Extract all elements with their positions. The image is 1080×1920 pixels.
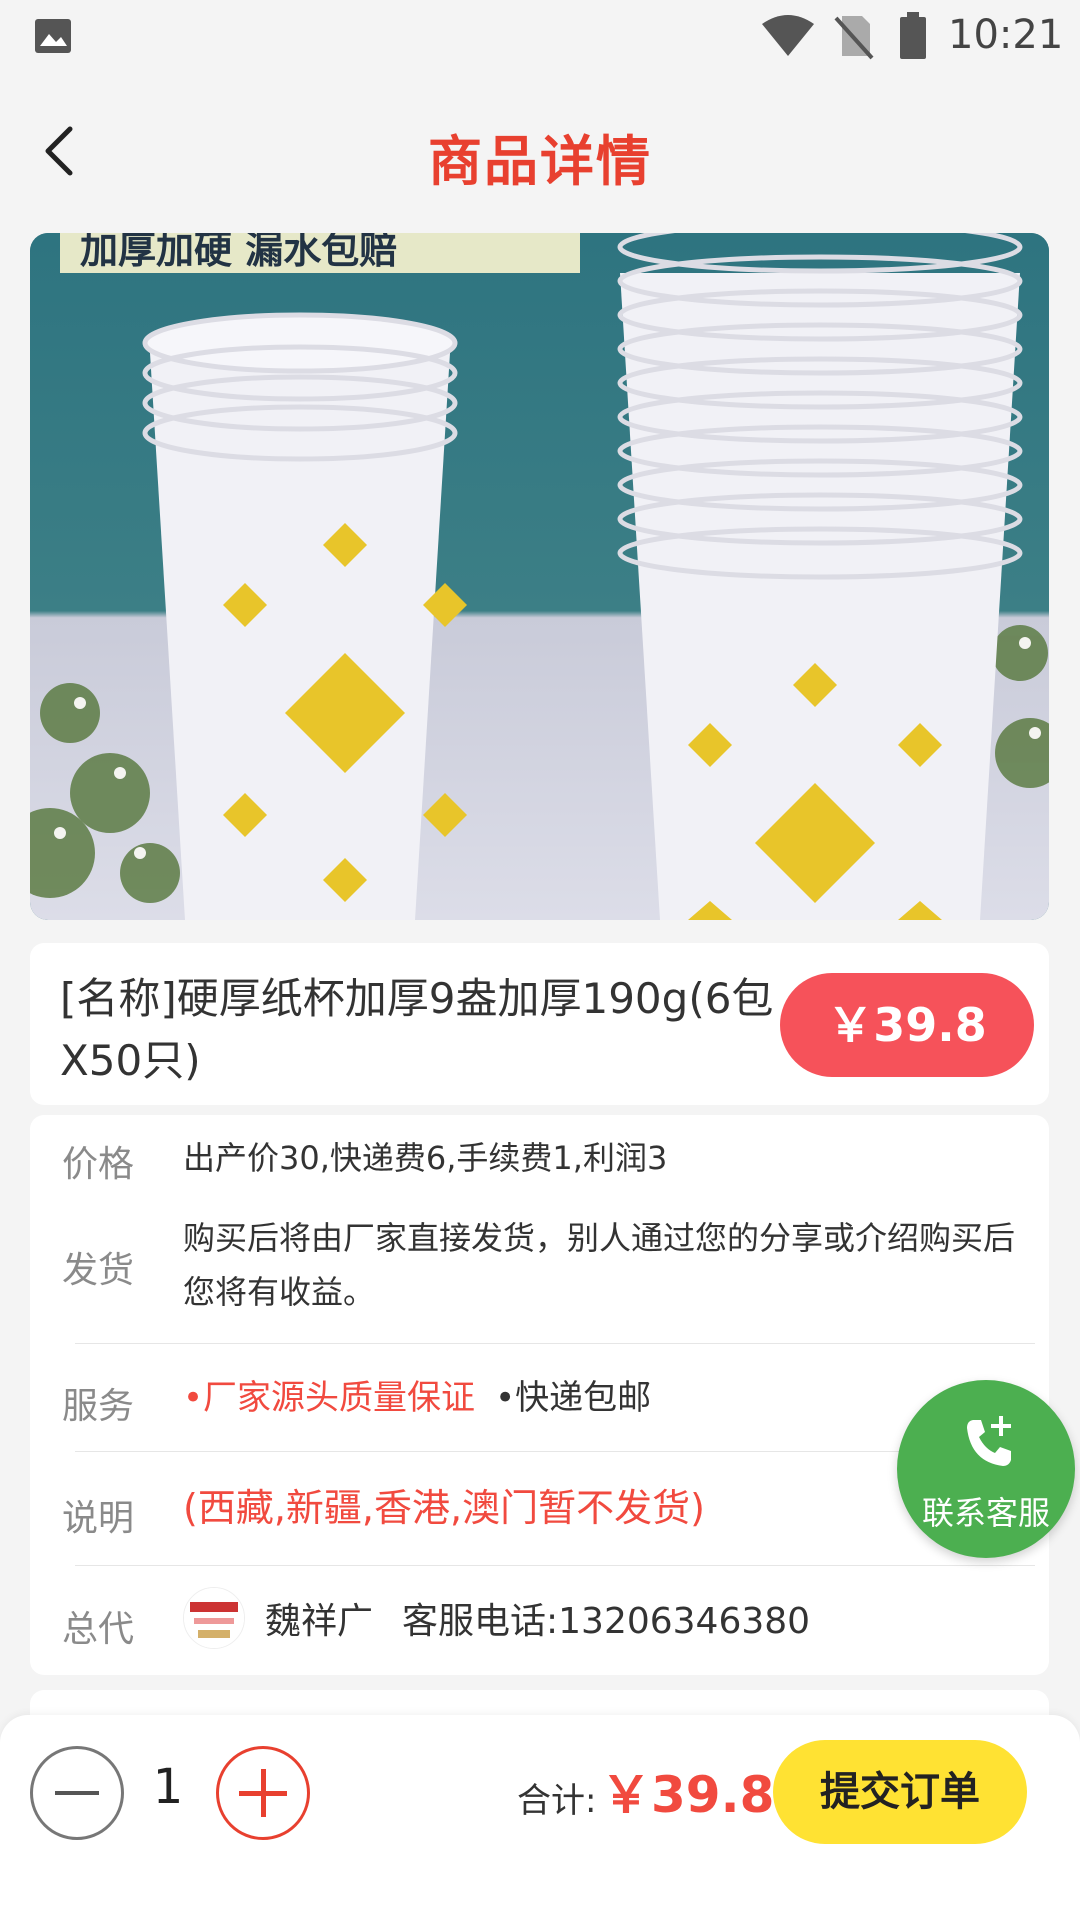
product-photo: 加厚加硬 漏水包赔 [30,233,1049,920]
banner-text: 加厚加硬 漏水包赔 [80,233,397,272]
status-bar: 10:21 [0,0,1080,75]
shipping-text: 购买后将由厂家直接发货，别人通过您的分享或介绍购买后您将有收益。 [183,1219,1016,1311]
quantity-decrease-button[interactable] [30,1746,124,1840]
status-time: 10:21 [948,12,1064,58]
wifi-icon [762,15,814,56]
image-notification-icon [35,19,71,53]
agent-label: 总代 [62,1609,135,1650]
phone-add-icon [967,1416,1011,1466]
price-badge: ￥39.8 [780,973,1034,1077]
minus-icon [55,1791,99,1795]
price-breakdown: 出产价30,快递费6,手续费1,利润3 [183,1139,668,1177]
divider [75,1451,1035,1452]
agent-avatar [183,1587,245,1649]
contact-service-button[interactable]: 联系客服 [897,1380,1075,1558]
service-item-free-shipping: •快递包邮 [495,1378,652,1418]
note-text: (西藏,新疆,香港,澳门暂不发货) [183,1486,705,1530]
service-list: •厂家源头质量保证 •快递包邮 [183,1371,651,1425]
agent-phone[interactable]: 客服电话:13206346380 [402,1595,810,1649]
order-bar: 1 合计: ￥39.8 提交订单 [0,1715,1080,1920]
total-value: ￥39.8 [601,1766,775,1824]
product-name: [名称]硬厚纸杯加厚9盎加厚190g(6包X50只) [60,974,774,1085]
submit-order-button[interactable]: 提交订单 [773,1740,1027,1844]
no-sim-icon [834,16,874,60]
total-label: 合计: [517,1781,597,1821]
price-label: 价格 [62,1144,135,1185]
quantity-value: 1 [152,1759,184,1815]
divider [75,1343,1035,1344]
service-label: 服务 [62,1386,135,1427]
battery-icon [900,12,926,59]
shipping-label: 发货 [62,1250,135,1291]
note-label: 说明 [62,1498,135,1539]
agent-name: 魏祥广 [265,1601,374,1642]
product-image[interactable]: 加厚加硬 漏水包赔 [30,233,1049,920]
divider [75,1565,1035,1566]
product-detail-card: 价格 出产价30,快递费6,手续费1,利润3 发货 购买后将由厂家直接发货，别人… [30,1115,1049,1675]
header: 商品详情 [0,75,1080,230]
quantity-increase-button[interactable] [216,1746,310,1840]
contact-service-label: 联系客服 [921,1494,1050,1532]
product-title-card: [名称]硬厚纸杯加厚9盎加厚190g(6包X50只) ￥39.8 [30,943,1049,1105]
page-title: 商品详情 [428,130,652,193]
service-item-quality: •厂家源头质量保证 [183,1378,476,1418]
